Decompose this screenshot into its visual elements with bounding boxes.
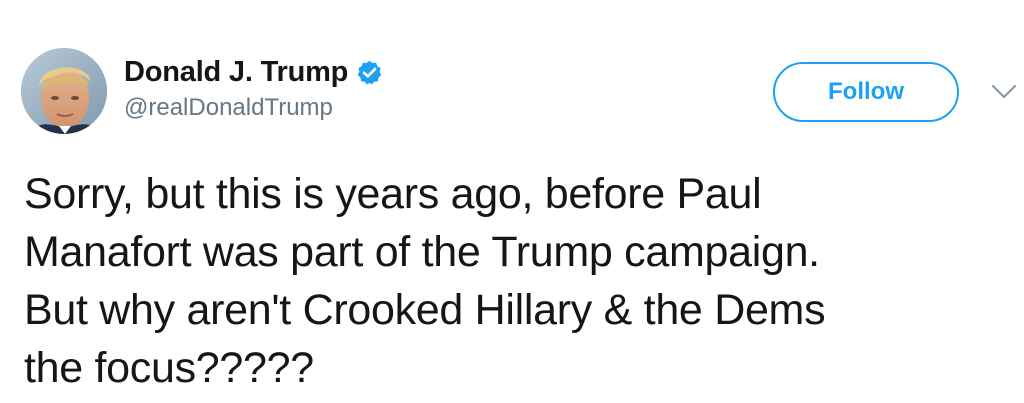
- tweet-text: Sorry, but this is years ago, before Pau…: [24, 165, 1004, 397]
- chevron-down-icon[interactable]: [991, 84, 1017, 100]
- display-name-row: Donald J. Trump: [124, 54, 383, 90]
- tweet-text-line: But why aren't Crooked Hillary & the Dem…: [24, 286, 826, 334]
- user-handle[interactable]: @realDonaldTrump: [124, 94, 333, 122]
- avatar-image: [21, 48, 107, 134]
- tweet-text-line: Manafort was part of the Trump campaign.: [24, 228, 820, 276]
- avatar[interactable]: [21, 48, 107, 134]
- tweet-text-line: Sorry, but this is years ago, before Pau…: [24, 170, 762, 218]
- tweet-card: Donald J. Trump @realDonaldTrump Follow …: [0, 0, 1024, 403]
- verified-badge-icon: [356, 59, 383, 86]
- follow-button[interactable]: Follow: [773, 62, 959, 122]
- tweet-text-line: the focus?????: [24, 344, 314, 392]
- display-name[interactable]: Donald J. Trump: [124, 56, 348, 89]
